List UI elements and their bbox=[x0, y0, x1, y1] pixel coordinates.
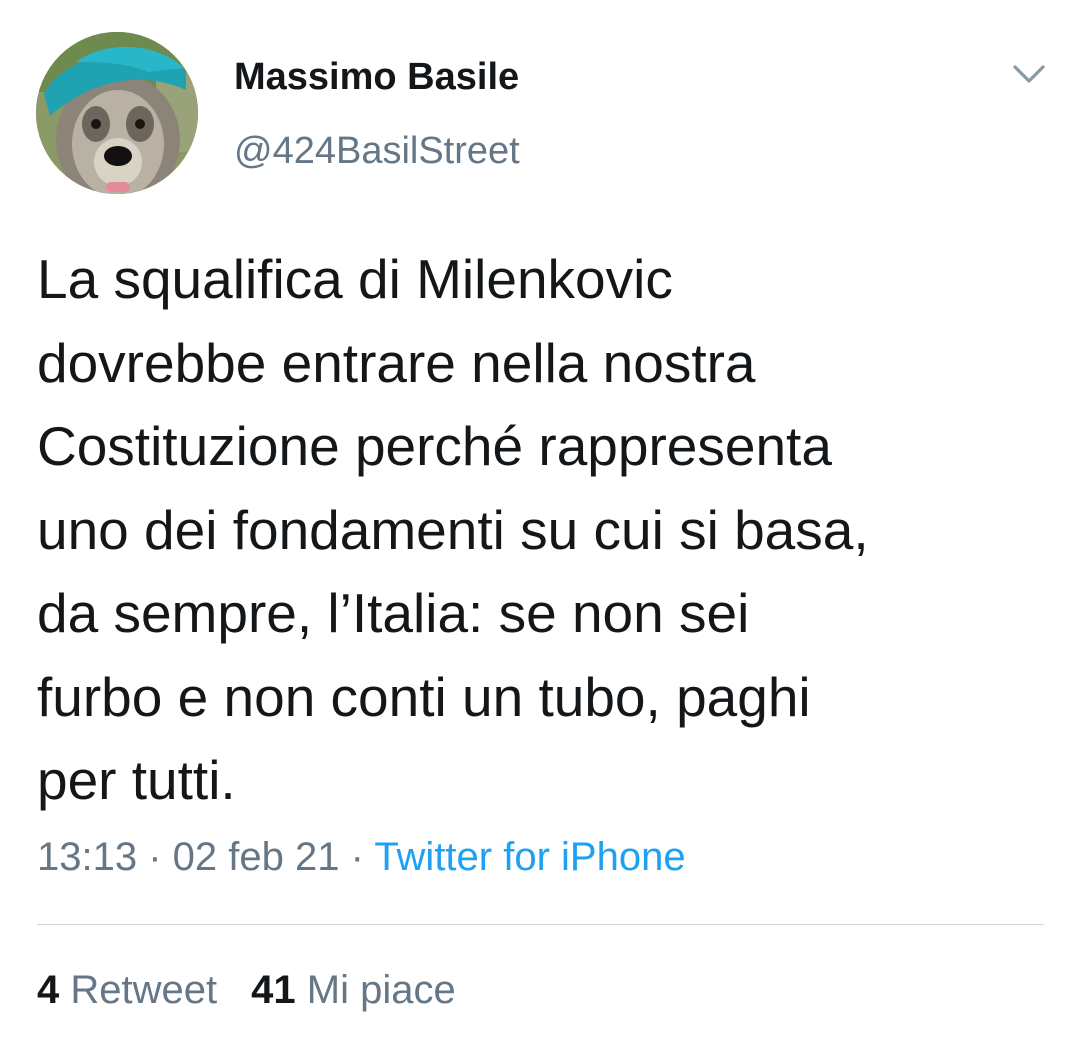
tweet-stats: 4 Retweet 41 Mi piace bbox=[37, 968, 456, 1013]
meta-separator: · bbox=[339, 835, 375, 879]
tweet-source-link[interactable]: Twitter for iPhone bbox=[374, 835, 685, 879]
like-count: 41 bbox=[251, 968, 296, 1012]
divider bbox=[37, 924, 1044, 925]
tweet-date: 02 feb 21 bbox=[172, 835, 340, 879]
tweet-time: 13:13 bbox=[37, 835, 138, 879]
tweet-card: Massimo Basile @424BasilStreet La squali… bbox=[0, 0, 1080, 1049]
avatar[interactable] bbox=[36, 32, 198, 194]
meta-separator: · bbox=[137, 835, 173, 879]
retweet-count: 4 bbox=[37, 968, 60, 1012]
retweet-label: Retweet bbox=[70, 968, 218, 1012]
author-handle[interactable]: @424BasilStreet bbox=[234, 130, 520, 173]
like-label: Mi piace bbox=[306, 968, 456, 1012]
tweet-meta: 13:13 · 02 feb 21 · Twitter for iPhone bbox=[37, 835, 686, 880]
dog-avatar-icon bbox=[36, 32, 198, 194]
chevron-down-icon[interactable] bbox=[1012, 62, 1046, 88]
retweet-stat[interactable]: 4 Retweet bbox=[37, 968, 217, 1012]
like-stat[interactable]: 41 Mi piace bbox=[251, 968, 456, 1012]
tweet-text: La squalifica di Milenkovic dovrebbe ent… bbox=[37, 248, 869, 811]
author-name[interactable]: Massimo Basile bbox=[234, 56, 519, 99]
